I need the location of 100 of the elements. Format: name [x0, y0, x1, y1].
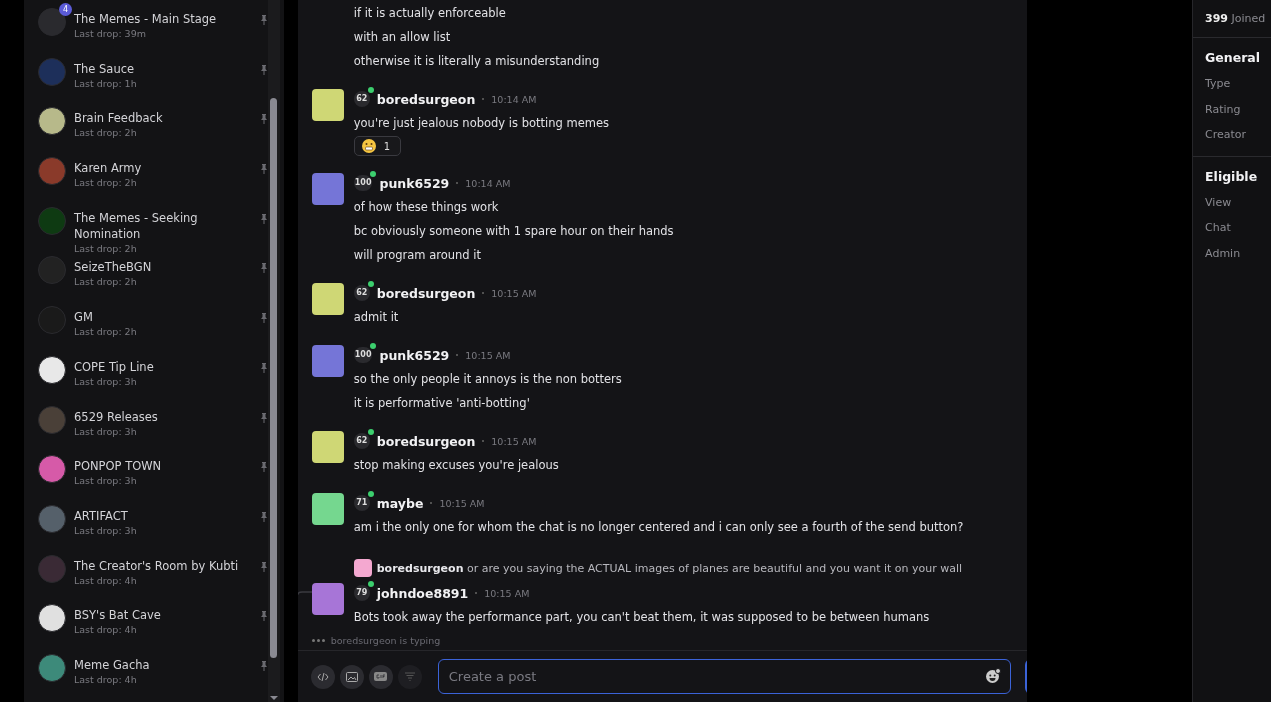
- user-avatar[interactable]: [311, 583, 344, 615]
- author-name[interactable]: punk6529: [379, 175, 450, 191]
- reply-preview[interactable]: boredsurgeon or are you saying the ACTUAL images of planes are beautiful and you want it on your wall: [376, 561, 963, 575]
- joined-label: Joined: [1231, 12, 1266, 25]
- post-input-field[interactable]: Create a post: [437, 659, 1011, 694]
- message-text: stop making excuses you're jealous: [353, 457, 560, 474]
- message-time: 10:14 AM: [465, 177, 511, 189]
- last-drop-time: Last drop: 2h: [74, 325, 138, 339]
- pin-icon[interactable]: [260, 462, 268, 473]
- channel-name[interactable]: The Sauce: [74, 60, 252, 77]
- message-text: will program around it: [353, 247, 482, 264]
- message-text: am i the only one for whom the chat is no longer centered and i can only see a fourth of the send button?: [353, 519, 965, 536]
- channel-name[interactable]: Karen Army: [74, 160, 252, 177]
- last-drop-time: Last drop: 3h: [74, 424, 138, 438]
- member-count: 399: [1205, 12, 1229, 25]
- last-drop-time: Last drop: 4h: [74, 573, 138, 587]
- reaction-chip[interactable]: 1: [353, 136, 402, 156]
- channel-name[interactable]: ARTIFACT: [74, 507, 252, 524]
- message-text: if it is actually enforceable: [353, 5, 507, 22]
- author-name[interactable]: punk6529: [379, 347, 450, 363]
- pin-icon[interactable]: [260, 561, 268, 572]
- author-name[interactable]: maybe: [376, 495, 424, 511]
- info-label: Rating: [1205, 101, 1242, 118]
- grimace-emoji-icon: [361, 139, 376, 153]
- info-label: View: [1205, 194, 1233, 211]
- message-text: you're just jealous nobody is botting memes: [353, 115, 610, 132]
- info-label: Admin: [1205, 245, 1242, 262]
- emoji-icon[interactable]: [984, 668, 1001, 684]
- channel-avatar[interactable]: [38, 355, 66, 384]
- message-text: otherwise it is literally a misunderstanding: [353, 53, 601, 70]
- image-icon[interactable]: [339, 664, 364, 689]
- reply-avatar: [353, 559, 372, 577]
- user-avatar[interactable]: [311, 493, 344, 525]
- info-label: Creator: [1205, 127, 1248, 143]
- message-time: 10:15 AM: [465, 349, 511, 361]
- channel-name[interactable]: Meme Gacha: [74, 656, 252, 673]
- message-text: Bots took away the performance part, you can't beat them, it was supposed to be between humans: [353, 609, 931, 626]
- section-title: Eligible: [1205, 168, 1259, 184]
- last-drop-time: Last drop: 4h: [74, 623, 138, 637]
- last-drop-time: Last drop: 2h: [74, 176, 138, 190]
- pin-icon[interactable]: [260, 213, 268, 224]
- pin-icon[interactable]: [260, 164, 268, 175]
- last-drop-time: Last drop: 3h: [74, 474, 138, 488]
- user-avatar[interactable]: [311, 283, 344, 315]
- channel-name[interactable]: GM: [74, 309, 252, 326]
- message-time: 10:15 AM: [491, 287, 537, 299]
- typing-indicator: boredsurgeon is typing: [330, 635, 441, 646]
- last-drop-time: Last drop: 3h: [74, 523, 138, 537]
- typing-dots-icon: [311, 639, 325, 642]
- message-time: 10:15 AM: [439, 497, 485, 509]
- author-name[interactable]: boredsurgeon: [376, 433, 476, 449]
- message-text: with an allow list: [353, 29, 452, 46]
- gif-icon[interactable]: [368, 664, 393, 689]
- message-text: admit it: [353, 309, 400, 326]
- channel-name[interactable]: Brain Feedback: [74, 110, 252, 127]
- channel-name[interactable]: PONPOP TOWN: [74, 458, 252, 475]
- pin-icon[interactable]: [260, 64, 268, 75]
- scrollbar-thumb[interactable]: [269, 98, 277, 658]
- author-name[interactable]: boredsurgeon: [376, 285, 476, 301]
- channel-name[interactable]: BSY's Bat Cave: [74, 607, 252, 624]
- channel-name[interactable]: The Creator's Room by Kubti: [74, 557, 252, 574]
- last-drop-time: Last drop: 2h: [74, 275, 138, 289]
- info-label: Chat: [1205, 220, 1232, 236]
- pin-icon[interactable]: [260, 412, 268, 423]
- channel-name[interactable]: COPE Tip Line: [74, 358, 252, 375]
- pin-icon[interactable]: [260, 511, 268, 522]
- user-avatar[interactable]: [311, 89, 344, 121]
- message-time: 10:14 AM: [491, 93, 537, 105]
- pin-icon[interactable]: [260, 611, 268, 622]
- message-text: bc obviously someone with 1 spare hour on their hands: [353, 223, 675, 240]
- message-time: 10:15 AM: [491, 435, 537, 447]
- pin-icon[interactable]: [260, 263, 268, 274]
- info-label: Type: [1205, 76, 1232, 92]
- section-title: General: [1205, 50, 1262, 65]
- pin-icon[interactable]: [260, 313, 268, 324]
- author-name[interactable]: boredsurgeon: [376, 91, 476, 107]
- message-time: 10:15 AM: [484, 587, 530, 599]
- pin-icon[interactable]: [260, 15, 268, 25]
- message-text: so the only people it annoys is the non botters: [353, 371, 623, 388]
- code-icon[interactable]: [310, 664, 335, 689]
- last-drop-time: Last drop: 2h: [74, 241, 138, 255]
- unread-badge: 4: [59, 3, 72, 16]
- last-drop-time: Last drop: 3h: [74, 374, 138, 388]
- channel-name[interactable]: 6529 Releases: [74, 408, 252, 425]
- scroll-down-icon[interactable]: [269, 696, 278, 700]
- channel-name[interactable]: The Memes - Main Stage: [74, 11, 252, 27]
- author-name[interactable]: johndoe8891: [376, 585, 469, 601]
- pin-icon[interactable]: [260, 114, 268, 125]
- last-drop-time: Last drop: 2h: [74, 126, 138, 140]
- pin-icon[interactable]: [260, 362, 268, 373]
- user-avatar[interactable]: [311, 431, 344, 463]
- channel-avatar[interactable]: [38, 604, 66, 633]
- channel-name[interactable]: SeizeTheBGN: [74, 259, 252, 276]
- pin-icon[interactable]: [260, 660, 268, 671]
- last-drop-time: Last drop: 1h: [74, 76, 138, 90]
- last-drop-time: Last drop: 39m: [74, 27, 147, 40]
- channel-avatar[interactable]: [38, 107, 66, 136]
- last-drop-time: Last drop: 4h: [74, 672, 138, 686]
- channel-name[interactable]: The Memes - Seeking Nomination: [74, 209, 252, 242]
- message-text: it is performative 'anti-botting': [353, 395, 531, 412]
